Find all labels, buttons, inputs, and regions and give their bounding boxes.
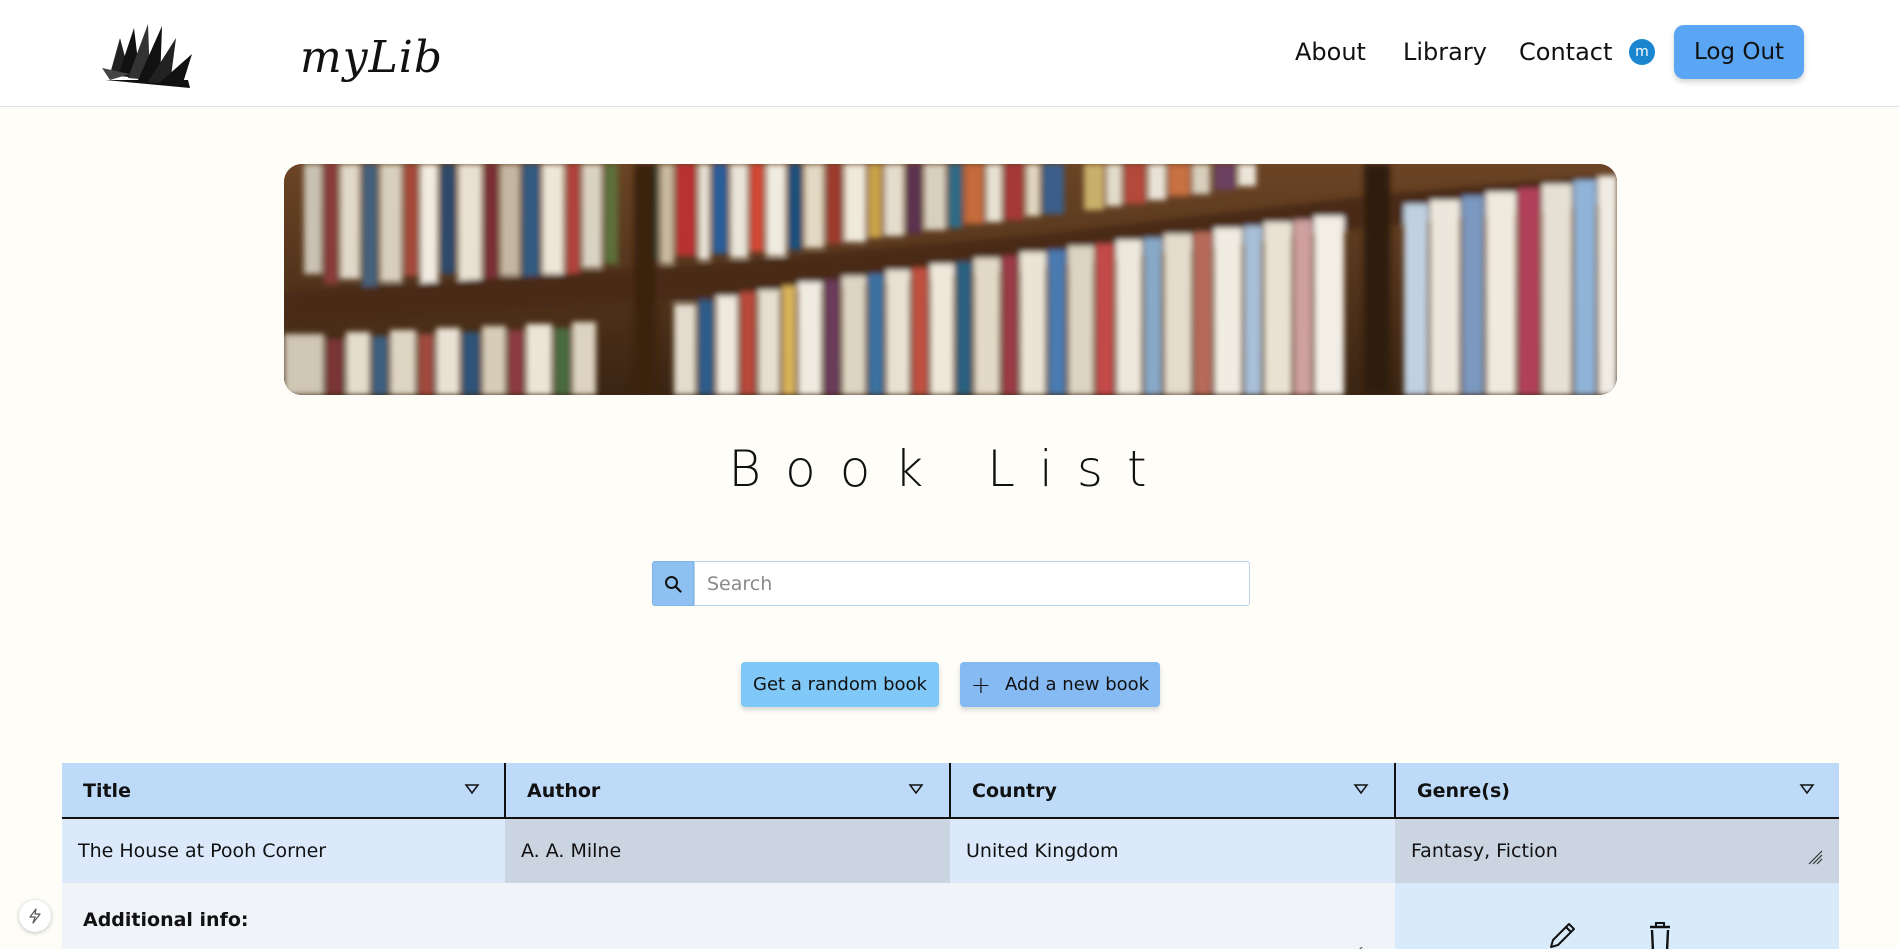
edit-pencil-icon[interactable] (1545, 919, 1579, 949)
user-avatar[interactable]: m (1629, 39, 1655, 65)
book-logo-icon (102, 24, 192, 88)
delete-trash-icon[interactable] (1643, 919, 1677, 949)
cell-country: United Kingdom (950, 819, 1395, 883)
nav-contact[interactable]: Contact (1519, 38, 1612, 66)
bolt-icon (29, 908, 41, 924)
resize-handle-icon[interactable] (1349, 945, 1363, 949)
genres-text: Fantasy, Fiction (1411, 840, 1558, 862)
column-label: Genre(s) (1417, 780, 1510, 802)
column-header-title[interactable]: Title (62, 763, 504, 819)
caret-down-icon[interactable] (464, 781, 480, 797)
search-icon (665, 575, 682, 593)
row-actions-cell (1395, 883, 1839, 949)
logo-text: myLib (300, 32, 444, 83)
banner-image (284, 164, 1617, 395)
page-title: Book List (728, 440, 1171, 498)
add-book-label: Add a new book (1004, 674, 1150, 695)
table-row[interactable]: The House at Pooh Corner A. A. Milne Uni… (62, 819, 1839, 883)
cell-genres: Fantasy, Fiction (1395, 819, 1839, 883)
random-book-button[interactable]: Get a random book (741, 662, 939, 707)
add-book-button[interactable]: + Add a new book (960, 662, 1160, 707)
logo[interactable]: myLib (100, 18, 442, 90)
column-header-country[interactable]: Country (951, 763, 1394, 819)
plus-icon: + (970, 670, 991, 699)
column-header-author[interactable]: Author (506, 763, 949, 819)
search-bar (652, 561, 1250, 606)
caret-down-icon[interactable] (1799, 781, 1815, 797)
search-input[interactable] (694, 561, 1250, 606)
additional-info-cell[interactable]: Additional info: (62, 883, 1395, 949)
nav-library[interactable]: Library (1403, 38, 1487, 66)
column-label: Country (972, 780, 1057, 802)
caret-down-icon[interactable] (908, 781, 924, 797)
nav-about[interactable]: About (1295, 38, 1366, 66)
resize-handle-icon[interactable] (1807, 849, 1823, 865)
cell-title: The House at Pooh Corner (62, 819, 505, 883)
logout-button[interactable]: Log Out (1674, 25, 1804, 79)
column-header-genres[interactable]: Genre(s) (1396, 763, 1839, 819)
additional-info-label: Additional info: (83, 909, 249, 931)
bookshelf-illustration (284, 164, 1617, 395)
search-button[interactable] (652, 561, 694, 606)
cell-author: A. A. Milne (505, 819, 950, 883)
caret-down-icon[interactable] (1353, 781, 1369, 797)
column-label: Title (83, 780, 131, 802)
quick-action-button[interactable] (19, 900, 51, 932)
additional-info-row: Additional info: (62, 883, 1839, 949)
column-label: Author (527, 780, 601, 802)
site-header: myLib About Library Contact m Log Out (0, 0, 1899, 107)
table-header: Title Author Country Genre(s) (62, 763, 1839, 819)
